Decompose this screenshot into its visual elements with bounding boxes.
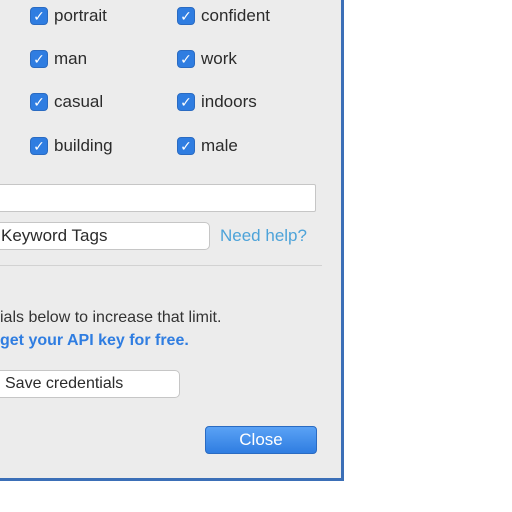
tag-casual[interactable]: ✓ casual [30,91,103,113]
credentials-info-text: ials below to increase that limit. [0,309,222,326]
tag-label: building [54,136,113,155]
tag-label: work [201,49,237,68]
check-icon[interactable]: ✓ [30,7,48,25]
keyword-tags-button[interactable]: Keyword Tags [0,222,210,250]
save-credentials-button[interactable]: Save credentials [0,370,180,398]
divider [0,265,322,266]
check-icon[interactable]: ✓ [177,137,195,155]
close-button[interactable]: Close [205,426,317,454]
check-icon[interactable]: ✓ [30,93,48,111]
tag-label: casual [54,92,104,111]
tag-work[interactable]: ✓ work [177,48,237,70]
keyword-dialog: ✓ portrait ✓ confident ✓ man ✓ work ✓ ca… [0,0,344,481]
tag-label: portrait [54,6,107,25]
keyword-input[interactable] [0,184,316,212]
tag-label: man [54,49,88,68]
check-icon[interactable]: ✓ [30,50,48,68]
tag-label: indoors [201,92,257,111]
tag-man[interactable]: ✓ man [30,48,87,70]
tag-confident[interactable]: ✓ confident [177,5,270,27]
tag-indoors[interactable]: ✓ indoors [177,91,257,113]
tag-building[interactable]: ✓ building [30,135,113,157]
check-icon[interactable]: ✓ [177,50,195,68]
check-icon[interactable]: ✓ [177,7,195,25]
tag-portrait[interactable]: ✓ portrait [30,5,107,27]
api-key-link[interactable]: get your API key for free. [0,332,189,350]
tag-label: confident [201,6,270,25]
tag-male[interactable]: ✓ male [177,135,238,157]
tag-label: male [201,136,238,155]
need-help-link[interactable]: Need help? [220,226,307,246]
check-icon[interactable]: ✓ [30,137,48,155]
check-icon[interactable]: ✓ [177,93,195,111]
